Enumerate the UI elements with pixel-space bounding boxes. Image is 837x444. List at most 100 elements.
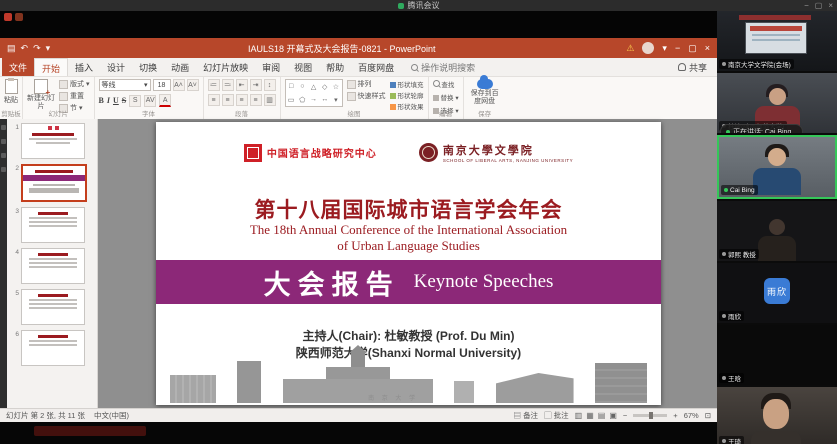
- meeting-minimize-icon[interactable]: −: [804, 0, 809, 11]
- replace-icon: [433, 95, 439, 101]
- shape-outline-button[interactable]: 形状轮廓: [390, 90, 424, 100]
- participant-tile[interactable]: 南京大学文学院(会场): [717, 11, 837, 71]
- bullets-button[interactable]: ≔: [208, 79, 220, 91]
- font-name-select[interactable]: 等线▾: [99, 79, 151, 91]
- thumbnail-slide-1[interactable]: 1: [9, 123, 95, 159]
- reset-button[interactable]: 重置: [59, 91, 90, 101]
- participant-tile[interactable]: 正在讲话: Cai Bing... 杜敏(陕西师范大学): [717, 73, 837, 133]
- participant-tile-active-speaker[interactable]: Cai Bing: [717, 135, 837, 199]
- group-label-font: 字体: [95, 108, 203, 118]
- thumbnail-slide-2[interactable]: 2: [9, 164, 95, 202]
- notes-button[interactable]: ▤ 备注: [513, 410, 538, 421]
- tab-help[interactable]: 帮助: [319, 58, 351, 76]
- shape-fill-icon: [390, 82, 396, 88]
- font-color-button[interactable]: A: [159, 94, 171, 107]
- indent-decrease-button[interactable]: ⇤: [236, 79, 248, 91]
- participant-tile[interactable]: 王琦: [717, 387, 837, 444]
- paste-button[interactable]: 粘贴: [4, 79, 18, 105]
- slideshow-icon[interactable]: ▣: [609, 411, 617, 420]
- strikethrough-button[interactable]: S: [122, 96, 126, 105]
- text-shadow-button[interactable]: S: [129, 95, 141, 107]
- normal-view-icon[interactable]: ▥: [575, 411, 583, 420]
- bold-button[interactable]: B: [99, 96, 104, 105]
- align-left-button[interactable]: ≡: [208, 94, 220, 106]
- qat-dropdown-icon[interactable]: ▾: [46, 43, 51, 54]
- tab-slideshow[interactable]: 幻灯片放映: [196, 58, 255, 76]
- tab-baidu-netdisk[interactable]: 百度网盘: [351, 58, 401, 76]
- save-to-baidu-button[interactable]: 保存到百度网盘: [468, 79, 502, 105]
- current-slide[interactable]: 中国语言战略研究中心 南京大學文學院 SCHOOL OF LIBERAL ART…: [156, 122, 661, 405]
- new-slide-button[interactable]: 新建幻灯片: [27, 79, 55, 110]
- tab-insert[interactable]: 插入: [68, 58, 100, 76]
- italic-button[interactable]: I: [107, 96, 110, 105]
- maximize-icon[interactable]: ▢: [688, 43, 697, 54]
- share-button[interactable]: 共享: [678, 58, 707, 76]
- undo-icon[interactable]: ↶: [21, 43, 29, 54]
- reading-view-icon[interactable]: ▤: [598, 411, 606, 420]
- mic-icon: [724, 188, 728, 192]
- quick-styles-button[interactable]: 快速样式: [347, 91, 386, 101]
- warning-icon[interactable]: ⚠: [626, 43, 634, 54]
- fit-to-window-icon[interactable]: ⊡: [705, 411, 711, 420]
- tab-home[interactable]: 开始: [34, 58, 68, 76]
- tab-design[interactable]: 设计: [100, 58, 132, 76]
- tab-view[interactable]: 视图: [287, 58, 319, 76]
- tab-review[interactable]: 审阅: [255, 58, 287, 76]
- shapes-gallery[interactable]: □○△◇☆ ▭⬠→↔▾: [285, 79, 343, 107]
- slide-sorter-icon[interactable]: ▦: [586, 411, 594, 420]
- redo-icon[interactable]: ↷: [33, 43, 41, 54]
- ribbon-display-icon[interactable]: ▾: [662, 43, 667, 54]
- character-spacing-button[interactable]: AV: [144, 95, 156, 107]
- thumbnail-slide-4[interactable]: 4: [9, 248, 95, 284]
- meeting-maximize-icon[interactable]: ▢: [815, 0, 823, 11]
- thumbnail-slide-6[interactable]: 6: [9, 330, 95, 366]
- thumbnail-slide-5[interactable]: 5: [9, 289, 95, 325]
- meeting-app-title: 腾讯会议: [408, 0, 440, 11]
- slide-canvas[interactable]: 中国语言战略研究中心 南京大學文學院 SCHOOL OF LIBERAL ART…: [98, 119, 717, 409]
- meeting-close-icon[interactable]: ×: [828, 0, 833, 11]
- justify-button[interactable]: ≡: [250, 94, 262, 106]
- zoom-out-button[interactable]: −: [623, 411, 627, 420]
- line-spacing-button[interactable]: ↕: [264, 79, 276, 91]
- columns-button[interactable]: ▥: [264, 94, 276, 106]
- underline-button[interactable]: U: [113, 96, 119, 105]
- powerpoint-app-icon[interactable]: [4, 13, 12, 21]
- zoom-in-button[interactable]: +: [673, 411, 677, 420]
- mic-icon: [722, 314, 726, 318]
- participant-tile[interactable]: 雨欣 雨欣: [717, 263, 837, 323]
- close-icon[interactable]: ×: [705, 43, 710, 53]
- find-button[interactable]: 查找: [433, 79, 459, 89]
- tab-file[interactable]: 文件: [2, 58, 34, 76]
- participant-tile[interactable]: 王晗: [717, 325, 837, 385]
- save-icon[interactable]: ▤: [7, 43, 16, 54]
- arrange-button[interactable]: 排列: [347, 79, 386, 89]
- shape-fill-button[interactable]: 形状填充: [390, 79, 424, 89]
- language-indicator[interactable]: 中文(中国): [94, 410, 129, 421]
- zoom-slider[interactable]: [633, 414, 667, 417]
- tab-transitions[interactable]: 切换: [132, 58, 164, 76]
- comments-button[interactable]: ▢ 批注: [544, 410, 569, 421]
- font-size-select[interactable]: 18: [153, 79, 171, 91]
- zoom-level[interactable]: 67%: [684, 411, 699, 420]
- group-label-drawing: 绘图: [281, 108, 428, 118]
- grow-font-icon[interactable]: A˄: [173, 79, 185, 91]
- align-center-button[interactable]: ≡: [222, 94, 234, 106]
- layout-button[interactable]: 版式 ▾: [59, 79, 90, 89]
- shrink-font-icon[interactable]: A˅: [187, 79, 199, 91]
- indent-increase-button[interactable]: ⇥: [250, 79, 262, 91]
- quick-access-toolbar: ▤ ↶ ↷ ▾: [0, 43, 57, 54]
- align-right-button[interactable]: ≡: [236, 94, 248, 106]
- minimize-icon[interactable]: −: [675, 43, 680, 53]
- tab-animations[interactable]: 动画: [164, 58, 196, 76]
- app-icon[interactable]: [15, 13, 23, 21]
- replace-button[interactable]: 替换 ▾: [433, 92, 459, 102]
- participant-tile[interactable]: 郭熙 教授: [717, 201, 837, 261]
- tell-me-search[interactable]: 操作说明搜索: [411, 58, 475, 76]
- thumbnail-slide-3[interactable]: 3: [9, 207, 95, 243]
- window-title: IAULS18 开幕式及大会报告-0821 - PowerPoint: [57, 42, 626, 55]
- account-avatar[interactable]: [642, 42, 654, 54]
- left-edge-strip: [0, 119, 7, 409]
- numbering-button[interactable]: ≕: [222, 79, 234, 91]
- zoom-knob[interactable]: [649, 412, 653, 419]
- search-label: 操作说明搜索: [421, 61, 475, 74]
